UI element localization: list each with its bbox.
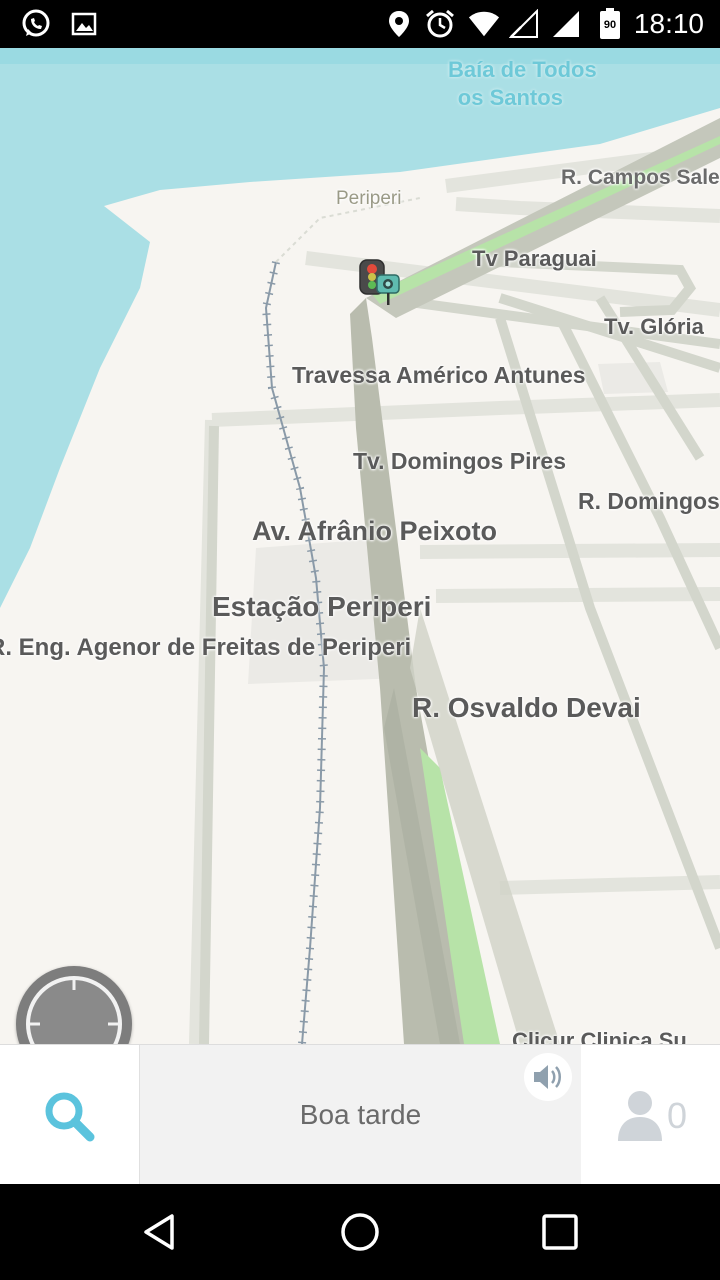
user-icon bbox=[618, 1091, 662, 1141]
street-label-afranio-peixoto: Av. Afrânio Peixoto bbox=[252, 516, 498, 546]
signal-full-icon bbox=[550, 8, 582, 40]
place-label-estacao-periperi: Estação Periperi bbox=[212, 591, 432, 622]
wifi-icon bbox=[468, 8, 500, 40]
gallery-icon bbox=[68, 8, 100, 40]
street-label-americo-antunes: Travessa Américo Antunes bbox=[292, 362, 586, 388]
greeting-panel[interactable]: Boa tarde bbox=[139, 1045, 582, 1185]
search-icon bbox=[45, 1092, 95, 1142]
street-label-paraguai: Tv Paraguai bbox=[472, 246, 597, 271]
battery-icon: 90 bbox=[594, 8, 626, 40]
place-label-periperi: Periperi bbox=[336, 188, 402, 209]
map-view[interactable]: Baía de Todos os Santos R. Campos Sales … bbox=[0, 48, 720, 1044]
nearby-users-button[interactable]: 0 bbox=[581, 1045, 720, 1185]
home-icon bbox=[341, 1213, 379, 1251]
recents-icon bbox=[542, 1214, 578, 1250]
status-bar: 90 18:10 bbox=[0, 0, 720, 48]
street-label-osvaldo-devai: R. Osvaldo Devai bbox=[412, 692, 641, 723]
location-icon bbox=[383, 8, 415, 40]
navigation-bar bbox=[0, 1184, 720, 1280]
water-label-line2: os Santos bbox=[457, 85, 563, 110]
sound-button[interactable] bbox=[524, 1053, 572, 1101]
street-label-gloria: Tv. Glória bbox=[604, 314, 704, 339]
street-label-domingos: R. Domingos bbox=[578, 488, 720, 514]
street-label-campos-sales: R. Campos Sales bbox=[561, 166, 720, 189]
back-button[interactable] bbox=[132, 1204, 188, 1260]
street-label-domingos-pires: Tv. Domingos Pires bbox=[353, 448, 567, 474]
poi-label-clinics: Clicur Clinica Su bbox=[512, 1028, 687, 1044]
greeting-text: Boa tarde bbox=[299, 1099, 422, 1130]
bottom-toolbar: Boa tarde 0 bbox=[0, 1044, 720, 1185]
signal-empty-icon bbox=[508, 8, 540, 40]
street-label-agenor: R. Eng. Agenor de Freitas de Periperi bbox=[0, 634, 412, 661]
traffic-light-icon bbox=[359, 259, 400, 305]
speaker-icon bbox=[534, 1065, 561, 1089]
whatsapp-icon bbox=[20, 8, 52, 40]
water-label-line1: Baía de Todos bbox=[448, 57, 597, 82]
water-label: Baía de Todos os Santos bbox=[448, 56, 597, 112]
crosshair-icon bbox=[26, 976, 122, 1044]
home-button[interactable] bbox=[332, 1204, 388, 1260]
clock: 18:10 bbox=[633, 8, 704, 39]
water-shade bbox=[0, 48, 720, 64]
traffic-camera-marker[interactable] bbox=[358, 258, 404, 308]
recents-button[interactable] bbox=[532, 1204, 588, 1260]
back-icon bbox=[144, 1214, 174, 1250]
battery-level: 90 bbox=[603, 19, 617, 31]
alarm-icon bbox=[424, 8, 456, 40]
search-button[interactable] bbox=[0, 1045, 138, 1185]
users-count: 0 bbox=[667, 1095, 688, 1136]
recenter-button[interactable] bbox=[16, 966, 132, 1044]
